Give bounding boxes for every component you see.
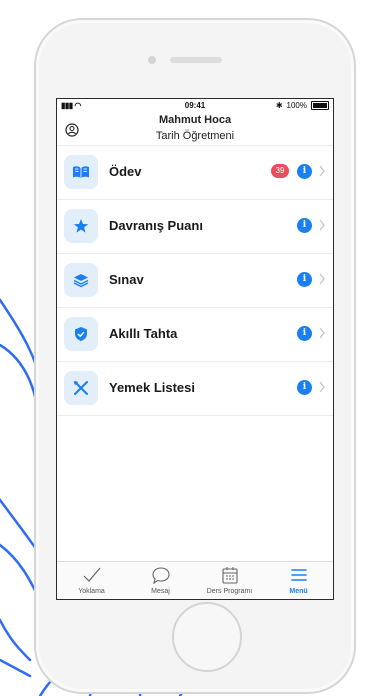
camera-dot: [148, 56, 156, 64]
star-icon: [64, 209, 98, 243]
tab-yoklama[interactable]: Yoklama: [57, 562, 126, 599]
chevron-right-icon: [319, 327, 325, 339]
chat-bubble-icon: [151, 567, 170, 585]
tab-label: Yoklama: [78, 588, 105, 595]
info-icon[interactable]: i: [297, 164, 312, 179]
menu-item-davranis-puani[interactable]: Davranış Puanı i: [57, 199, 333, 253]
chevron-right-icon: [319, 381, 325, 393]
menu-item-label: Davranış Puanı: [109, 218, 203, 233]
speaker-grille: [170, 57, 222, 63]
info-icon[interactable]: i: [297, 326, 312, 341]
status-bar: ▮▮▮ ◠ 09:41 ✱ 100%: [57, 99, 333, 113]
tab-label: Ders Programı: [206, 588, 253, 595]
menu-icon: [290, 569, 307, 581]
shield-check-icon: [64, 317, 98, 351]
info-icon[interactable]: i: [297, 272, 312, 287]
chevron-right-icon: [319, 165, 325, 177]
info-icon[interactable]: i: [297, 218, 312, 233]
menu-item-akilli-tahta[interactable]: Akıllı Tahta i: [57, 307, 333, 361]
layers-icon: [64, 263, 98, 297]
book-icon: [64, 155, 98, 189]
app-screen: ▮▮▮ ◠ 09:41 ✱ 100% Mahmut Hoca Tarih Öğr…: [56, 98, 334, 600]
teacher-role: Tarih Öğretmeni: [155, 130, 235, 142]
tab-mesaj[interactable]: Mesaj: [126, 562, 195, 599]
chevron-right-icon: [319, 219, 325, 231]
menu-item-label: Ödev: [109, 164, 142, 179]
utensils-icon: [64, 371, 98, 405]
bottom-tab-bar: Yoklama Mesaj Ders Programı Menü: [57, 561, 333, 599]
menu-list: Ödev 39 i Davranış Puanı i Sınav i Akıll…: [57, 145, 333, 416]
profile-header: Mahmut Hoca Tarih Öğretmeni: [57, 113, 333, 145]
menu-item-sinav[interactable]: Sınav i: [57, 253, 333, 307]
calendar-icon: [221, 567, 238, 584]
menu-item-odev[interactable]: Ödev 39 i: [57, 145, 333, 199]
chevron-right-icon: [319, 273, 325, 285]
info-icon[interactable]: i: [297, 380, 312, 395]
bluetooth-icon: ✱: [275, 101, 283, 110]
tab-menu[interactable]: Menü: [264, 562, 333, 599]
phone-frame: ▮▮▮ ◠ 09:41 ✱ 100% Mahmut Hoca Tarih Öğr…: [34, 18, 356, 694]
home-button[interactable]: [172, 602, 242, 672]
check-icon: [83, 567, 100, 582]
tab-label: Menü: [289, 588, 308, 595]
menu-item-yemek-listesi[interactable]: Yemek Listesi i: [57, 361, 333, 416]
menu-item-label: Yemek Listesi: [109, 380, 195, 395]
notification-badge: 39: [271, 164, 289, 178]
menu-item-label: Akıllı Tahta: [109, 326, 178, 341]
battery-icon: [311, 101, 329, 110]
menu-item-label: Sınav: [109, 272, 144, 287]
battery-percent: 100%: [286, 101, 307, 110]
teacher-name: Mahmut Hoca: [158, 114, 232, 126]
tab-label: Mesaj: [151, 588, 170, 595]
tab-ders-programi[interactable]: Ders Programı: [195, 562, 264, 599]
